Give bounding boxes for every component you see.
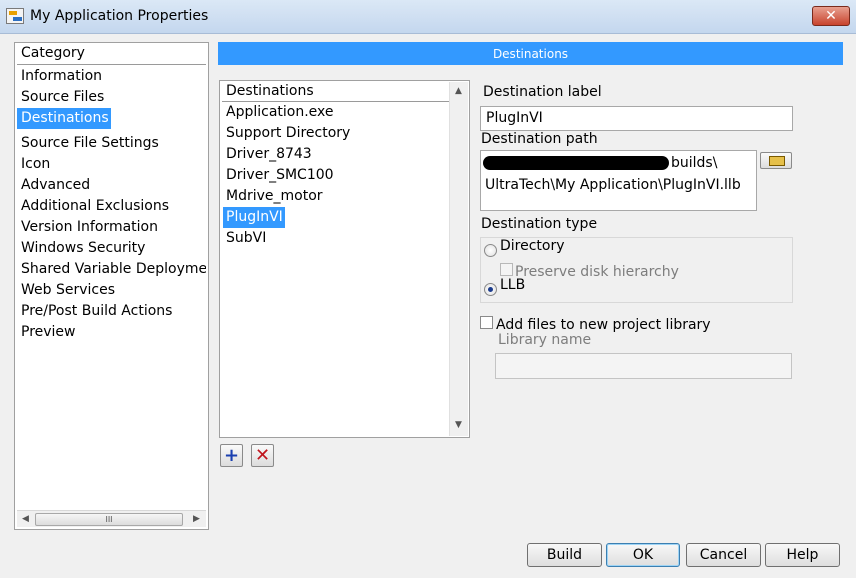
category-panel: Category Information Source Files Destin… [14, 42, 209, 530]
category-item-version-information[interactable]: Version Information [17, 217, 206, 238]
destination-path-line-2: UltraTech\My Application\PlugInVI.llb [485, 177, 741, 193]
destination-item-mdrive-motor[interactable]: Mdrive_motor [223, 186, 449, 207]
destinations-vertical-scrollbar[interactable]: ▲ ▼ [449, 82, 468, 436]
destination-item-driver-8743[interactable]: Driver_8743 [223, 144, 449, 165]
category-horizontal-scrollbar[interactable]: ◀ III ▶ [17, 510, 206, 527]
library-name-input[interactable] [495, 353, 792, 379]
ok-button[interactable]: OK [606, 543, 680, 567]
application-icon [6, 8, 24, 24]
folder-icon [769, 156, 785, 166]
category-item-source-files[interactable]: Source Files [17, 87, 206, 108]
scroll-up-icon[interactable]: ▲ [455, 86, 462, 96]
title-bar: My Application Properties ✕ [0, 0, 856, 34]
cancel-button[interactable]: Cancel [686, 543, 761, 567]
llb-option-label: LLB [500, 277, 526, 293]
plus-icon: + [223, 445, 240, 466]
destination-item-subvi[interactable]: SubVI [223, 228, 449, 249]
add-destination-button[interactable]: + [220, 444, 243, 467]
destination-path-input[interactable]: builds\ UltraTech\My Application\PlugInV… [480, 150, 757, 211]
category-item-windows-security[interactable]: Windows Security [17, 238, 206, 259]
category-item-additional-exclusions[interactable]: Additional Exclusions [17, 196, 206, 217]
category-item-information[interactable]: Information [17, 66, 206, 87]
llb-radio[interactable] [484, 283, 497, 296]
close-icon: ✕ [825, 8, 837, 24]
destination-type-title: Destination type [481, 216, 598, 232]
destination-path-line-1: builds\ [671, 155, 718, 171]
category-item-pre-post-build-actions[interactable]: Pre/Post Build Actions [17, 301, 206, 322]
scroll-down-icon[interactable]: ▼ [455, 420, 462, 430]
destination-path-title: Destination path [481, 131, 598, 147]
delete-icon: ✕ [254, 445, 271, 466]
destination-label-title: Destination label [483, 84, 602, 100]
directory-option-label: Directory [500, 238, 565, 254]
directory-radio[interactable] [484, 244, 497, 257]
category-item-source-file-settings[interactable]: Source File Settings [17, 133, 206, 154]
redacted-path-segment [483, 156, 669, 170]
category-item-web-services[interactable]: Web Services [17, 280, 206, 301]
scroll-thumb[interactable]: III [35, 513, 183, 526]
build-button[interactable]: Build [527, 543, 602, 567]
category-item-preview[interactable]: Preview [17, 322, 206, 343]
section-header: Destinations [218, 42, 843, 65]
scroll-left-icon[interactable]: ◀ [22, 514, 29, 524]
preserve-hierarchy-checkbox[interactable] [500, 263, 513, 276]
preserve-hierarchy-label: Preserve disk hierarchy [515, 264, 679, 280]
help-button[interactable]: Help [765, 543, 840, 567]
close-button[interactable]: ✕ [812, 6, 850, 26]
destination-item-driver-smc100[interactable]: Driver_SMC100 [223, 165, 449, 186]
destination-label-input[interactable]: PlugInVI [480, 106, 793, 131]
add-files-label: Add files to new project library [496, 317, 711, 333]
destination-item-support-directory[interactable]: Support Directory [223, 123, 449, 144]
remove-destination-button[interactable]: ✕ [251, 444, 274, 467]
add-files-checkbox[interactable] [480, 316, 493, 329]
destinations-list-header: Destinations [226, 83, 314, 99]
destination-item-pluginvi[interactable]: PlugInVI [223, 207, 285, 228]
category-header: Category [21, 45, 85, 61]
destinations-list: Destinations Application.exe Support Dir… [219, 80, 470, 438]
library-name-label: Library name [498, 332, 592, 348]
destination-item-application-exe[interactable]: Application.exe [223, 102, 449, 123]
category-item-advanced[interactable]: Advanced [17, 175, 206, 196]
category-item-destinations[interactable]: Destinations [17, 108, 111, 129]
category-list: Information Source Files Destinations So… [17, 66, 206, 343]
browse-path-button[interactable] [760, 152, 792, 169]
category-item-icon[interactable]: Icon [17, 154, 206, 175]
window-title: My Application Properties [30, 8, 209, 24]
scroll-right-icon[interactable]: ▶ [193, 514, 200, 524]
category-item-shared-variable-deployment[interactable]: Shared Variable Deploymen [17, 259, 206, 280]
